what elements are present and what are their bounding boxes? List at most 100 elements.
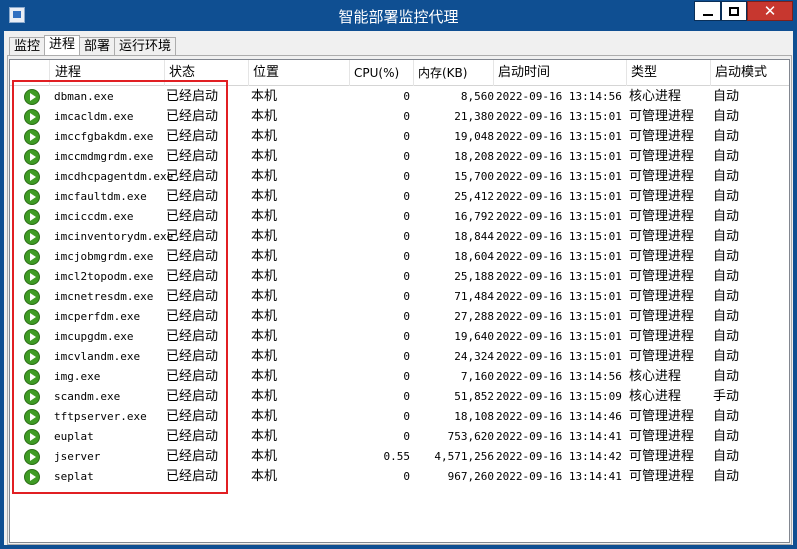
play-icon xyxy=(24,269,40,285)
process-start-mode: 自动 xyxy=(713,349,740,364)
column-header-memory[interactable]: 内存(KB) xyxy=(414,60,494,86)
tab-process[interactable]: 进程 xyxy=(44,35,81,56)
process-start-time: 2022-09-16 13:15:01 xyxy=(496,150,622,163)
process-location: 本机 xyxy=(251,209,278,224)
table-row[interactable]: tftpserver.exe 已经启动 本机 0 18,108 2022-09-16 13… xyxy=(10,407,789,427)
process-memory: 967,260 xyxy=(447,470,494,483)
table-row[interactable]: dbman.exe 已经启动 本机 0 8,560 2022-09-16 13:14:56… xyxy=(10,87,789,107)
process-name: imcperfdm.exe xyxy=(54,310,141,323)
column-header-start-mode[interactable]: 启动模式 xyxy=(711,60,789,86)
table-row[interactable]: imcupgdm.exe 已经启动 本机 0 19,640 2022-09-16 13:1… xyxy=(10,327,789,347)
table-row[interactable]: img.exe 已经启动 本机 0 7,160 2022-09-16 13:14:56 核心… xyxy=(10,367,789,387)
table-row[interactable]: imcjobmgrdm.exe 已经启动 本机 0 18,604 2022-09-16 1… xyxy=(10,247,789,267)
minimize-button[interactable] xyxy=(694,1,721,21)
process-name: tftpserver.exe xyxy=(54,410,147,423)
tab-monitor[interactable]: 监控 xyxy=(9,37,46,55)
play-icon xyxy=(24,349,40,365)
window-title: 智能部署监控代理 xyxy=(338,8,459,26)
table-row[interactable]: imciccdm.exe 已经启动 本机 0 16,792 2022-09-16 13:1… xyxy=(10,207,789,227)
process-location: 本机 xyxy=(251,189,278,204)
process-location: 本机 xyxy=(251,129,278,144)
table-row[interactable]: imcvlandm.exe 已经启动 本机 0 24,324 2022-09-16 13:… xyxy=(10,347,789,367)
process-start-time: 2022-09-16 13:14:42 xyxy=(496,450,622,463)
process-start-time: 2022-09-16 13:14:46 xyxy=(496,410,622,423)
process-memory: 16,792 xyxy=(454,210,494,223)
process-start-mode: 自动 xyxy=(713,429,740,444)
table-row[interactable]: imcfaultdm.exe 已经启动 本机 0 25,412 2022-09-16 13… xyxy=(10,187,789,207)
process-cpu: 0 xyxy=(403,170,410,183)
maximize-button[interactable] xyxy=(721,1,747,21)
tab-deploy[interactable]: 部署 xyxy=(79,37,116,55)
process-start-mode: 自动 xyxy=(713,89,740,104)
process-memory: 18,844 xyxy=(454,230,494,243)
process-type: 可管理进程 xyxy=(629,349,695,364)
process-start-mode: 自动 xyxy=(713,309,740,324)
column-header-cpu[interactable]: CPU(%) xyxy=(350,60,414,86)
process-status: 已经启动 xyxy=(166,349,219,364)
table-row[interactable]: jserver 已经启动 本机 0.55 4,571,256 2022-09-16 13:… xyxy=(10,447,789,467)
process-start-time: 2022-09-16 13:14:41 xyxy=(496,430,622,443)
column-header-icon[interactable] xyxy=(10,60,50,86)
table-row[interactable]: imcdhcpagentdm.exe 已经启动 本机 0 15,700 2022-09-1… xyxy=(10,167,789,187)
process-cpu: 0 xyxy=(403,310,410,323)
process-status: 已经启动 xyxy=(166,429,219,444)
process-start-mode: 自动 xyxy=(713,369,740,384)
process-status: 已经启动 xyxy=(166,369,219,384)
process-memory: 15,700 xyxy=(454,170,494,183)
process-status: 已经启动 xyxy=(166,389,219,404)
process-start-mode: 自动 xyxy=(713,229,740,244)
process-start-time: 2022-09-16 13:15:01 xyxy=(496,230,622,243)
process-start-time: 2022-09-16 13:15:01 xyxy=(496,350,622,363)
process-start-mode: 自动 xyxy=(713,169,740,184)
play-icon xyxy=(24,249,40,265)
process-cpu: 0 xyxy=(403,330,410,343)
process-start-time: 2022-09-16 13:15:01 xyxy=(496,290,622,303)
table-row[interactable]: imccfgbakdm.exe 已经启动 本机 0 19,048 2022-09-16 1… xyxy=(10,127,789,147)
play-icon xyxy=(24,189,40,205)
process-memory: 7,160 xyxy=(460,370,494,383)
play-icon xyxy=(24,129,40,145)
process-start-time: 2022-09-16 13:15:01 xyxy=(496,210,622,223)
maximize-icon xyxy=(729,6,739,16)
table-row[interactable]: scandm.exe 已经启动 本机 0 51,852 2022-09-16 13:15:… xyxy=(10,387,789,407)
process-memory: 18,604 xyxy=(454,250,494,263)
play-icon xyxy=(24,469,40,485)
column-header-location[interactable]: 位置 xyxy=(249,60,350,86)
process-name: imcdhcpagentdm.exe xyxy=(54,170,174,183)
column-header-status[interactable]: 状态 xyxy=(165,60,249,86)
process-status: 已经启动 xyxy=(166,409,219,424)
process-status: 已经启动 xyxy=(166,469,219,484)
process-location: 本机 xyxy=(251,469,278,484)
column-header-type[interactable]: 类型 xyxy=(627,60,711,86)
table-row[interactable]: imcinventorydm.exe 已经启动 本机 0 18,844 2022-09-1… xyxy=(10,227,789,247)
table-row[interactable]: imcnetresdm.exe 已经启动 本机 0 71,484 2022-09-16 1… xyxy=(10,287,789,307)
process-cpu: 0 xyxy=(403,470,410,483)
close-button[interactable]: ✕ xyxy=(747,1,793,21)
process-location: 本机 xyxy=(251,329,278,344)
process-type: 可管理进程 xyxy=(629,469,695,484)
process-name: imcjobmgrdm.exe xyxy=(54,250,154,263)
process-start-mode: 自动 xyxy=(713,289,740,304)
play-icon xyxy=(24,369,40,385)
process-start-mode: 自动 xyxy=(713,469,740,484)
tab-strip: 监控 进程 部署 运行环境 xyxy=(9,35,177,56)
tab-runtime-env[interactable]: 运行环境 xyxy=(114,37,177,55)
process-status: 已经启动 xyxy=(166,229,219,244)
process-list[interactable]: 进程 状态 位置 CPU(%) 内存(KB) 启动时间 类型 启动模式 dbma… xyxy=(9,59,790,543)
process-memory: 21,380 xyxy=(454,110,494,123)
table-row[interactable]: euplat 已经启动 本机 0 753,620 2022-09-16 13:14:41 可… xyxy=(10,427,789,447)
table-row[interactable]: imccmdmgrdm.exe 已经启动 本机 0 18,208 2022-09-16 1… xyxy=(10,147,789,167)
table-row[interactable]: seplat 已经启动 本机 0 967,260 2022-09-16 13:14:41 可… xyxy=(10,467,789,487)
process-name: seplat xyxy=(54,470,94,483)
table-row[interactable]: imcl2topodm.exe 已经启动 本机 0 25,188 2022-09-16 1… xyxy=(10,267,789,287)
play-icon xyxy=(24,109,40,125)
process-name: imcinventorydm.exe xyxy=(54,230,174,243)
process-location: 本机 xyxy=(251,349,278,364)
column-header-start-time[interactable]: 启动时间 xyxy=(494,60,627,86)
table-row[interactable]: imcacldm.exe 已经启动 本机 0 21,380 2022-09-16 13:1… xyxy=(10,107,789,127)
process-name: scandm.exe xyxy=(54,390,121,403)
column-header-process[interactable]: 进程 xyxy=(50,60,165,86)
process-type: 可管理进程 xyxy=(629,229,695,244)
process-location: 本机 xyxy=(251,109,278,124)
table-row[interactable]: imcperfdm.exe 已经启动 本机 0 27,288 2022-09-16 13:… xyxy=(10,307,789,327)
